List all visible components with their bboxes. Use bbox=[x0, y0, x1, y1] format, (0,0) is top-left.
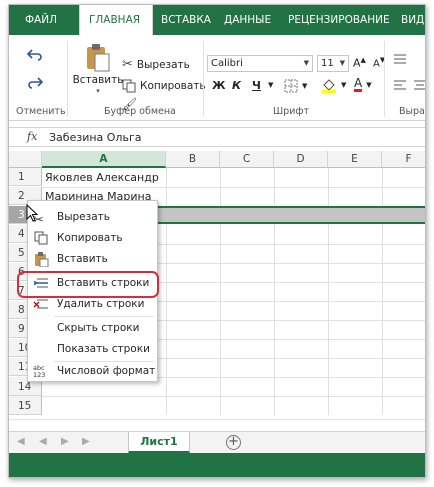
undo-button[interactable] bbox=[27, 47, 43, 61]
alignment-group-label: Вырав bbox=[399, 106, 425, 117]
fx-icon[interactable]: fx bbox=[27, 130, 37, 143]
italic-button[interactable]: К bbox=[232, 79, 241, 92]
borders-icon bbox=[284, 79, 298, 93]
menu-item-unhide-rows[interactable]: Показать строки bbox=[28, 339, 157, 360]
tab-insert[interactable]: ВСТАВКА bbox=[161, 5, 211, 35]
menu-item-number-format[interactable]: abc 123 Числовой формат bbox=[28, 361, 157, 382]
font-size-value: 11 bbox=[321, 58, 334, 69]
paste-label: Вставить bbox=[72, 74, 124, 86]
menu-item-hide-rows[interactable]: Скрыть строки bbox=[28, 318, 157, 339]
chevron-down-icon: ▾ bbox=[96, 87, 100, 95]
ribbon: Отменить Вставить ▾ ✂ Вырезать Копироват… bbox=[9, 35, 425, 121]
fill-color-button[interactable]: ▼ bbox=[321, 77, 346, 93]
formula-input[interactable]: Забезина Ольга bbox=[49, 131, 141, 144]
formula-bar: fx Забезина Ольга bbox=[9, 127, 425, 147]
redo-icon bbox=[28, 77, 43, 89]
grow-font-button[interactable]: A▲ bbox=[353, 56, 366, 70]
paste-icon bbox=[87, 44, 110, 72]
undo-icon bbox=[27, 49, 42, 61]
highlight-ring bbox=[17, 271, 159, 298]
column-header[interactable]: B bbox=[166, 151, 220, 168]
number-format-icon: abc 123 bbox=[33, 364, 46, 379]
row-header[interactable]: 1 bbox=[9, 168, 42, 186]
copy-label: Копировать bbox=[140, 80, 206, 92]
underline-dropdown[interactable]: ▼ bbox=[268, 81, 273, 89]
column-header[interactable]: E bbox=[328, 151, 382, 168]
underline-button[interactable]: Ч bbox=[252, 79, 261, 92]
menu-item-cut[interactable]: ✂ Вырезать bbox=[28, 207, 157, 228]
align-left-button[interactable] bbox=[393, 79, 407, 91]
align-top-button[interactable] bbox=[393, 53, 407, 65]
paint-bucket-icon bbox=[322, 79, 336, 93]
bold-button[interactable]: Ж bbox=[212, 79, 225, 92]
copy-icon bbox=[122, 79, 136, 93]
ribbon-tab-bar: ФАЙЛ ГЛАВНАЯ ВСТАВКА ДАННЫЕ РЕЦЕНЗИРОВАН… bbox=[9, 5, 425, 35]
chevron-down-icon: ▼ bbox=[339, 59, 345, 67]
tab-file[interactable]: ФАЙЛ bbox=[25, 5, 57, 35]
chevron-down-icon: ▼ bbox=[366, 80, 372, 89]
chevron-down-icon: ▼ bbox=[302, 82, 308, 90]
font-color-icon: A bbox=[354, 76, 363, 92]
add-sheet-button[interactable]: + bbox=[226, 435, 241, 450]
cut-label: Вырезать bbox=[136, 58, 190, 71]
clipboard-group-label: Буфер обмена bbox=[104, 106, 176, 117]
tab-data[interactable]: ДАННЫЕ bbox=[224, 5, 271, 35]
chevron-down-icon: ▼ bbox=[303, 59, 309, 67]
sheet-last-icon[interactable]: ▶ bbox=[82, 436, 90, 447]
font-group-label: Шрифт bbox=[273, 106, 310, 117]
cell-a1[interactable]: Яковлев Александр bbox=[45, 169, 159, 187]
gridline bbox=[42, 396, 425, 397]
redo-button[interactable] bbox=[27, 75, 43, 89]
column-header[interactable]: F bbox=[382, 151, 425, 168]
sheet-prev-icon[interactable]: ◀ bbox=[39, 436, 47, 447]
menu-item-label: Показать строки bbox=[57, 343, 150, 355]
tab-view[interactable]: ВИД bbox=[401, 5, 424, 35]
font-color-button[interactable]: A ▼ bbox=[354, 77, 372, 92]
column-header[interactable]: D bbox=[274, 151, 328, 168]
font-name-value: Calibri bbox=[211, 58, 243, 69]
status-bar bbox=[9, 453, 425, 477]
undo-group-label: Отменить bbox=[16, 106, 66, 117]
tab-review[interactable]: РЕЦЕНЗИРОВАНИЕ bbox=[288, 5, 390, 35]
sheet-first-icon[interactable]: ◀ bbox=[17, 436, 25, 447]
menu-item-label: Скрыть строки bbox=[57, 322, 140, 334]
align-lines-icon bbox=[394, 54, 406, 64]
column-header[interactable]: A bbox=[42, 151, 166, 168]
menu-item-label: Вставить bbox=[57, 253, 108, 265]
align-center-icon bbox=[414, 80, 425, 90]
chevron-down-icon: ▼ bbox=[268, 81, 274, 89]
group-divider bbox=[384, 41, 385, 117]
align-center-button[interactable] bbox=[413, 79, 425, 91]
tab-home[interactable]: ГЛАВНАЯ bbox=[79, 5, 153, 35]
paste-button[interactable]: Вставить ▾ bbox=[73, 43, 123, 95]
scissors-icon: ✂ bbox=[122, 57, 133, 72]
menu-item-label: Числовой формат bbox=[57, 365, 156, 377]
select-all-corner[interactable] bbox=[9, 151, 42, 168]
menu-item-label: Вырезать bbox=[57, 211, 110, 223]
align-left-icon bbox=[394, 80, 406, 90]
menu-item-copy[interactable]: Копировать bbox=[28, 228, 157, 249]
borders-button[interactable]: ▼ bbox=[284, 79, 307, 93]
mouse-cursor-icon bbox=[26, 204, 39, 222]
copy-button[interactable]: Копировать bbox=[122, 79, 206, 93]
sheet-tab-bar: ◀ ◀ ▶ ▶ Лист1 + bbox=[9, 431, 425, 454]
copy-icon bbox=[34, 231, 48, 245]
font-size-select[interactable]: 11 ▼ bbox=[317, 55, 349, 72]
group-divider bbox=[67, 41, 68, 117]
sheet-tab-active[interactable]: Лист1 bbox=[128, 432, 190, 454]
horizontal-scrollbar[interactable] bbox=[9, 419, 425, 431]
menu-separator bbox=[54, 316, 154, 317]
delete-rows-icon bbox=[33, 299, 48, 309]
menu-item-label: Копировать bbox=[57, 232, 123, 244]
grow-font-icon: A▲ bbox=[353, 56, 366, 70]
row-header[interactable]: 15 bbox=[9, 397, 42, 415]
column-header[interactable]: C bbox=[220, 151, 274, 168]
paste-icon bbox=[35, 252, 49, 267]
menu-item-paste[interactable]: Вставить bbox=[28, 249, 157, 270]
group-divider bbox=[203, 41, 204, 117]
cut-button[interactable]: ✂ Вырезать bbox=[122, 57, 190, 72]
font-name-select[interactable]: Calibri ▼ bbox=[207, 55, 313, 72]
sheet-next-icon[interactable]: ▶ bbox=[61, 436, 69, 447]
chevron-down-icon: ▼ bbox=[341, 81, 347, 89]
